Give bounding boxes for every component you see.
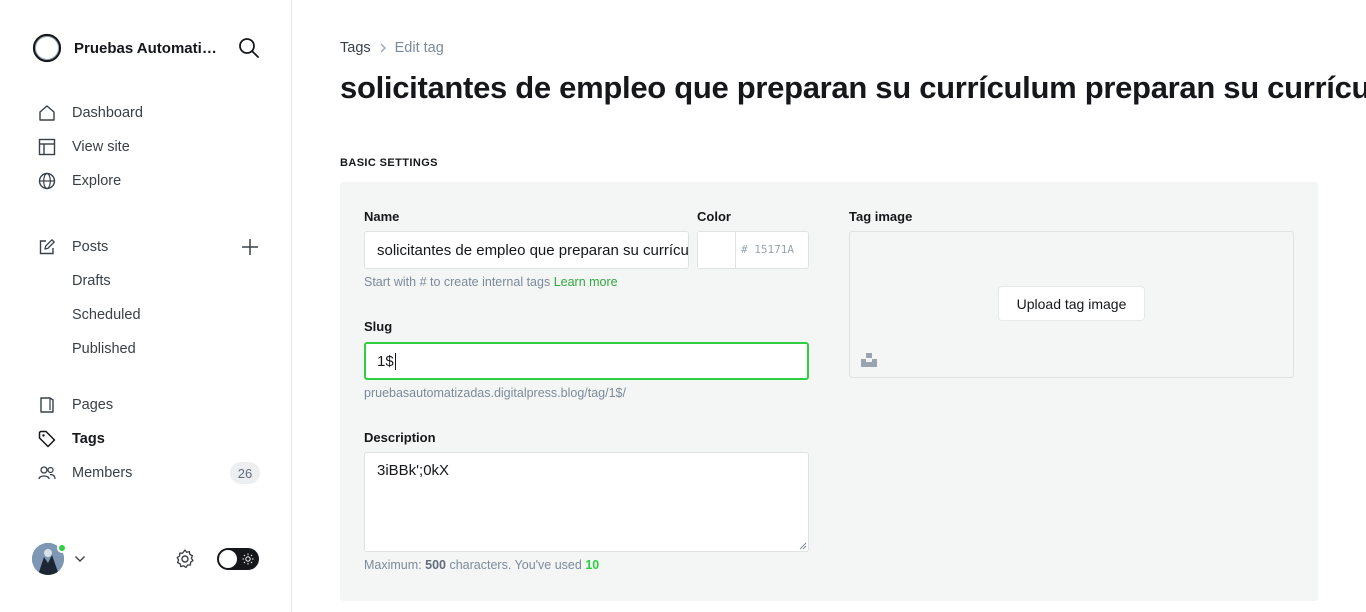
pencil-square-icon (39, 239, 55, 255)
nav-item-published[interactable]: Published (0, 332, 292, 366)
nav-item-drafts[interactable]: Drafts (0, 264, 292, 298)
nav-item-explore[interactable]: Explore (0, 164, 292, 198)
color-picker: # 15171A (697, 231, 809, 269)
slug-input-value: 1$ (377, 352, 394, 370)
tag-image-dropzone[interactable]: Upload tag image (849, 231, 1294, 378)
nav-label-drafts: Drafts (72, 273, 111, 289)
nav-label-view-site: View site (72, 139, 130, 155)
nav-item-view-site[interactable]: View site (0, 130, 292, 164)
name-hint-text: Start with # to create internal tags (364, 275, 551, 289)
site-brand[interactable]: Pruebas Automatizadas (32, 33, 220, 63)
desc-hint-prefix: Maximum: (364, 558, 422, 572)
content-nav: Posts Drafts Scheduled Published (0, 230, 292, 366)
upload-tag-image-button[interactable]: Upload tag image (998, 286, 1145, 321)
nav-label-members: Members (72, 465, 133, 481)
desc-max-count: 500 (425, 558, 446, 572)
slug-url-preview: pruebasautomatizadas.digitalpress.blog/t… (364, 386, 626, 400)
nav-item-members[interactable]: Members 26 (0, 456, 292, 490)
text-caret (394, 352, 396, 370)
nav-label-tags: Tags (72, 431, 105, 447)
description-textarea[interactable]: 3iBBk';0kX (364, 452, 809, 552)
nav-label-scheduled: Scheduled (72, 307, 141, 323)
color-hex-input[interactable]: # 15171A (741, 243, 794, 256)
unsplash-icon[interactable] (861, 353, 877, 367)
name-hint: Start with # to create internal tags Lea… (364, 275, 618, 289)
nav-item-scheduled[interactable]: Scheduled (0, 298, 292, 332)
breadcrumb-current: Edit tag (394, 40, 444, 56)
chevron-down-icon[interactable] (74, 553, 86, 565)
page-title: solicitantes de empleo que preparan su c… (340, 70, 1366, 105)
site-nav: Pages Tags Members 26 (0, 388, 292, 490)
section-label-basic-settings: BASIC SETTINGS (340, 157, 438, 169)
desc-hint-middle: characters. You've used (449, 558, 582, 572)
layout-icon (38, 138, 56, 156)
resize-grip-icon[interactable] (797, 540, 807, 550)
theme-toggle[interactable] (217, 548, 259, 570)
breadcrumb: Tags Edit tag (340, 40, 444, 56)
main-content: Tags Edit tag solicitantes de empleo que… (292, 0, 1366, 612)
slug-label: Slug (364, 319, 393, 334)
gear-icon[interactable] (174, 548, 196, 570)
color-label: Color (697, 209, 731, 224)
tag-icon (38, 430, 56, 448)
nav-label-posts: Posts (72, 239, 109, 255)
nav-label-published: Published (72, 341, 136, 357)
nav-item-dashboard[interactable]: Dashboard (0, 96, 292, 130)
home-icon (39, 105, 55, 121)
desc-used-count: 10 (585, 558, 600, 572)
tag-image-label: Tag image (849, 209, 913, 224)
members-count-badge: 26 (230, 462, 260, 484)
globe-icon (38, 172, 56, 190)
sun-icon (242, 553, 254, 565)
toggle-knob (219, 550, 237, 568)
learn-more-link[interactable]: Learn more (554, 275, 618, 289)
description-value: 3iBBk';0kX (377, 462, 450, 479)
site-name: Pruebas Automatizadas (74, 39, 220, 57)
nav-label-dashboard: Dashboard (72, 105, 143, 121)
chevron-right-icon (380, 43, 386, 53)
page-icon (40, 397, 54, 413)
breadcrumb-tags-link[interactable]: Tags (340, 40, 371, 56)
name-label: Name (364, 209, 400, 224)
search-icon[interactable] (238, 37, 260, 59)
color-swatch[interactable] (698, 232, 736, 268)
nav-label-pages: Pages (72, 397, 114, 413)
description-label: Description (364, 430, 436, 445)
nav-label-explore: Explore (72, 173, 122, 189)
slug-input[interactable]: 1$ (364, 342, 809, 380)
basic-settings-panel: Name solicitantes de empleo que preparan… (340, 182, 1318, 601)
nav-item-tags[interactable]: Tags (0, 422, 292, 456)
nav-item-pages[interactable]: Pages (0, 388, 292, 422)
members-icon (38, 466, 56, 480)
sidebar: Pruebas Automatizadas Dashboard View sit… (0, 0, 292, 612)
online-status-dot (57, 543, 67, 553)
description-hint: Maximum: 500 characters. You've used 10 (364, 558, 599, 572)
primary-nav: Dashboard View site Explore (0, 96, 292, 198)
name-input[interactable]: solicitantes de empleo que preparan su c… (364, 231, 689, 269)
nav-item-posts[interactable]: Posts (0, 230, 292, 264)
new-post-plus-icon[interactable] (240, 237, 260, 257)
site-logo-icon (32, 33, 62, 63)
sidebar-footer (32, 543, 260, 577)
